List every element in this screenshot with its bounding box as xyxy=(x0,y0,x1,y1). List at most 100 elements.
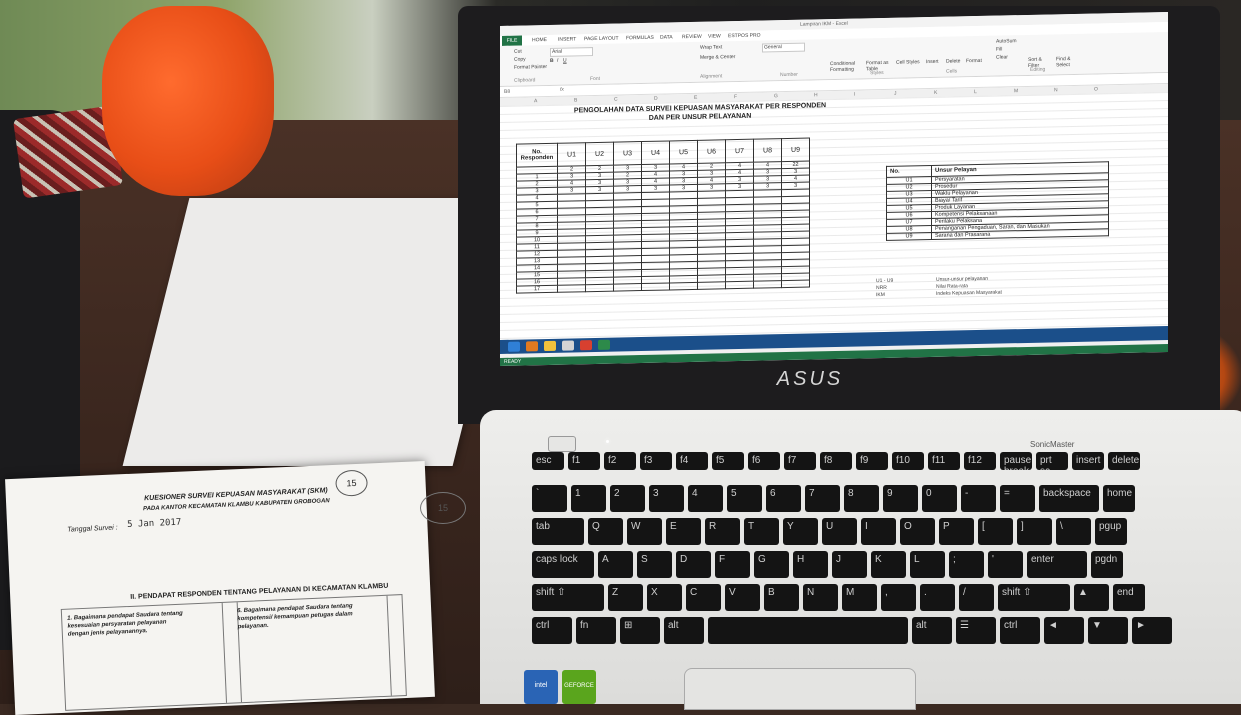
name-box[interactable]: B8 xyxy=(504,89,510,95)
key[interactable]: 6 xyxy=(766,485,801,512)
table-cell[interactable] xyxy=(753,280,782,289)
key[interactable]: backspace xyxy=(1039,485,1099,512)
key[interactable]: ; xyxy=(949,551,984,578)
key[interactable]: J xyxy=(832,551,867,578)
key[interactable]: ctrl xyxy=(1000,617,1040,644)
key[interactable]: enter xyxy=(1027,551,1087,578)
key[interactable]: [ xyxy=(978,518,1013,545)
bold-button[interactable]: B xyxy=(550,58,554,64)
cut-button[interactable]: Cut xyxy=(514,49,522,55)
key[interactable]: \ xyxy=(1056,518,1091,545)
table-cell[interactable] xyxy=(781,280,810,288)
key[interactable]: - xyxy=(961,485,996,512)
key[interactable]: ' xyxy=(988,551,1023,578)
table-cell[interactable] xyxy=(725,281,754,289)
key[interactable]: ► xyxy=(1132,617,1172,644)
conditional-formatting-button[interactable]: Conditional Formatting xyxy=(830,60,862,74)
key[interactable]: alt xyxy=(664,617,704,644)
key[interactable] xyxy=(708,617,908,644)
font-name-select[interactable]: Arial xyxy=(550,47,593,57)
italic-button[interactable]: I xyxy=(557,58,558,64)
column-header[interactable]: K xyxy=(934,90,937,96)
key[interactable]: f3 xyxy=(640,452,672,470)
fill-button[interactable]: Fill xyxy=(996,46,1002,52)
taskbar-app-icon[interactable] xyxy=(526,341,538,352)
tab-formulas[interactable]: FORMULAS xyxy=(626,35,654,42)
key[interactable]: N xyxy=(803,584,838,611)
table-cell[interactable] xyxy=(697,281,726,290)
key[interactable]: D xyxy=(676,551,711,578)
key[interactable]: caps lock xyxy=(532,551,594,578)
key[interactable]: pause break xyxy=(1000,452,1032,470)
key[interactable]: home xyxy=(1103,485,1135,512)
key[interactable]: f9 xyxy=(856,452,888,470)
key[interactable]: A xyxy=(598,551,633,578)
tab-file[interactable]: FILE xyxy=(502,35,522,46)
key[interactable]: insert xyxy=(1072,452,1104,470)
key[interactable]: f4 xyxy=(676,452,708,470)
key[interactable]: alt xyxy=(912,617,952,644)
key[interactable]: U xyxy=(822,518,857,545)
key[interactable]: fn xyxy=(576,617,616,644)
table-cell[interactable] xyxy=(669,282,698,290)
tab-home[interactable]: HOME xyxy=(532,37,547,43)
table-cell[interactable] xyxy=(613,283,642,292)
key[interactable]: R xyxy=(705,518,740,545)
column-header[interactable]: N xyxy=(1054,87,1058,93)
column-header[interactable]: L xyxy=(974,89,977,95)
key[interactable]: pgdn xyxy=(1091,551,1123,578)
key[interactable]: f5 xyxy=(712,452,744,470)
table-cell[interactable] xyxy=(585,284,614,292)
format-painter-button[interactable]: Format Painter xyxy=(514,64,547,71)
key[interactable]: O xyxy=(900,518,935,545)
key[interactable]: ▲ xyxy=(1074,584,1109,611)
key[interactable]: ▼ xyxy=(1088,617,1128,644)
table-cell[interactable] xyxy=(641,282,670,291)
column-header[interactable]: E xyxy=(694,95,697,101)
key[interactable]: ctrl xyxy=(532,617,572,644)
clear-button[interactable]: Clear xyxy=(996,54,1008,60)
key[interactable]: ⊞ xyxy=(620,617,660,644)
copy-button[interactable]: Copy xyxy=(514,56,526,62)
worksheet-grid[interactable]: PENGOLAHAN DATA SURVEI KEPUASAN MASYARAK… xyxy=(500,92,1168,352)
key[interactable]: esc xyxy=(532,452,564,470)
column-header[interactable]: M xyxy=(1014,88,1018,94)
key[interactable]: 8 xyxy=(844,485,879,512)
key[interactable]: M xyxy=(842,584,877,611)
column-header[interactable]: F xyxy=(734,94,737,100)
key[interactable]: f1 xyxy=(568,452,600,470)
key[interactable]: pgup xyxy=(1095,518,1127,545)
column-header[interactable]: A xyxy=(534,98,537,104)
cell-styles-button[interactable]: Cell Styles xyxy=(896,59,920,65)
column-header[interactable]: I xyxy=(854,92,855,98)
key[interactable]: H xyxy=(793,551,828,578)
taskbar-app-icon[interactable] xyxy=(562,340,574,351)
key[interactable]: ` xyxy=(532,485,567,512)
key[interactable]: f12 xyxy=(964,452,996,470)
key[interactable]: K xyxy=(871,551,906,578)
key[interactable]: delete xyxy=(1108,452,1140,470)
underline-button[interactable]: U xyxy=(563,58,567,64)
tab-view[interactable]: VIEW xyxy=(708,33,721,39)
taskbar-app-icon[interactable] xyxy=(580,340,592,351)
key[interactable]: S xyxy=(637,551,672,578)
key[interactable]: F xyxy=(715,551,750,578)
key[interactable]: tab xyxy=(532,518,584,545)
key[interactable]: = xyxy=(1000,485,1035,512)
key[interactable]: shift ⇧ xyxy=(998,584,1070,611)
key[interactable]: / xyxy=(959,584,994,611)
key[interactable]: G xyxy=(754,551,789,578)
delete-cells-button[interactable]: Delete xyxy=(946,58,960,64)
key[interactable]: ◄ xyxy=(1044,617,1084,644)
key[interactable]: 2 xyxy=(610,485,645,512)
key[interactable]: Y xyxy=(783,518,818,545)
key[interactable]: 7 xyxy=(805,485,840,512)
key[interactable]: prt sc sysrq xyxy=(1036,452,1068,470)
find-select-button[interactable]: Find & Select xyxy=(1056,56,1080,68)
tab-estpos-pro[interactable]: ESTPOS PRO xyxy=(728,33,761,40)
excel-taskbar-icon[interactable] xyxy=(598,339,610,350)
autosum-button[interactable]: AutoSum xyxy=(996,38,1017,44)
key[interactable]: f11 xyxy=(928,452,960,470)
table-cell[interactable] xyxy=(557,284,586,293)
wrap-text-button[interactable]: Wrap Text xyxy=(700,44,722,50)
